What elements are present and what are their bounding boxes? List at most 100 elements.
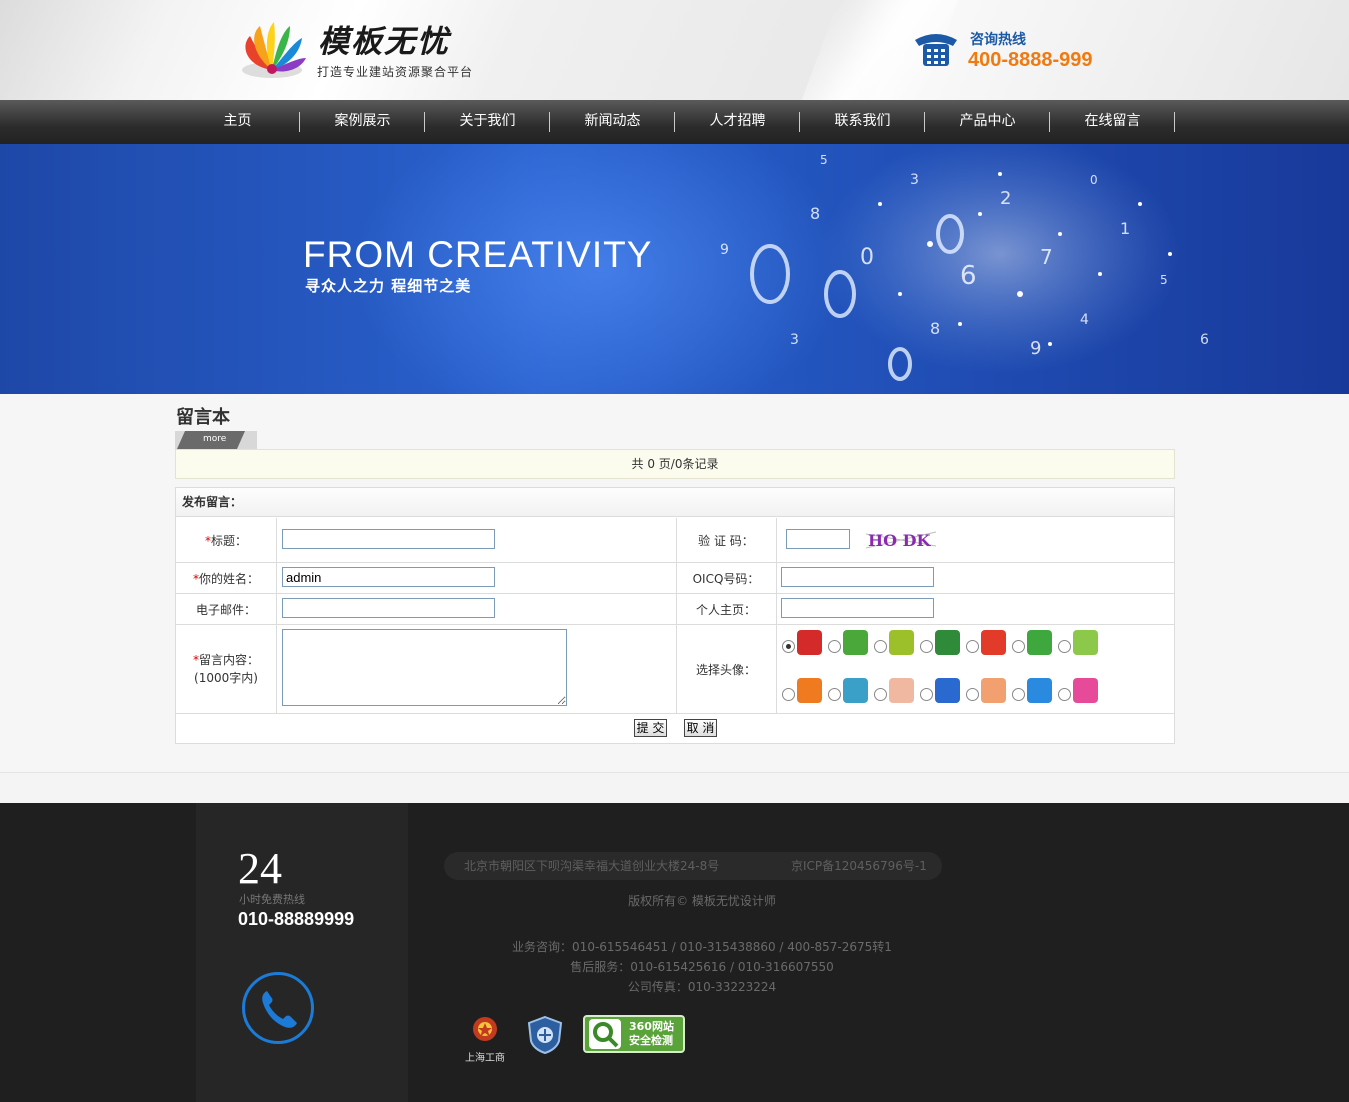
svg-text:6: 6 bbox=[1200, 332, 1209, 348]
police-badge-icon[interactable]: 上海工商 bbox=[462, 1015, 508, 1064]
number-splash-graphic: 9 8 0 3 6 2 7 4 1 5 9 8 3 0 6 5 bbox=[720, 144, 1209, 381]
phone-circle-icon[interactable] bbox=[242, 972, 314, 1044]
footer-address: 北京市朝阳区下呗沟渠幸福大道创业大楼24-8号 bbox=[464, 859, 720, 873]
captcha-image[interactable]: HO DK bbox=[865, 528, 937, 552]
hero-banner: 9 8 0 3 6 2 7 4 1 5 9 8 3 0 6 5 FROM CRE… bbox=[0, 144, 1349, 394]
name-input[interactable] bbox=[282, 567, 495, 587]
captcha-label: 验 证 码： bbox=[698, 534, 754, 548]
avatar-radio[interactable] bbox=[920, 688, 933, 701]
page-title: 留言本 bbox=[176, 407, 230, 428]
footer-hotline-panel: 24 小时免费热线 010-88889999 bbox=[196, 803, 408, 1102]
svg-text:6: 6 bbox=[960, 261, 977, 291]
avatar-radio[interactable] bbox=[828, 640, 841, 653]
svg-text:8: 8 bbox=[810, 204, 820, 223]
avatar-face-icon[interactable] bbox=[843, 630, 868, 655]
avatar-radio[interactable] bbox=[828, 688, 841, 701]
submit-button[interactable]: 提 交 bbox=[634, 719, 667, 737]
more-tab[interactable]: more bbox=[175, 431, 257, 449]
site-footer: 24 小时免费热线 010-88889999 北京市朝阳区下呗沟渠幸福大道创业大… bbox=[0, 803, 1349, 1102]
svg-text:3: 3 bbox=[910, 172, 919, 188]
captcha-input[interactable] bbox=[786, 529, 850, 549]
avatar-radio[interactable] bbox=[966, 688, 979, 701]
hours-label: 小时免费热线 bbox=[239, 893, 305, 906]
logo-subtitle: 打造专业建站资源聚合平台 bbox=[317, 65, 474, 79]
oicq-label: OICQ号码： bbox=[692, 572, 760, 586]
cancel-button[interactable]: 取 消 bbox=[684, 719, 717, 737]
avatar-face-icon[interactable] bbox=[935, 630, 960, 655]
360-security-badge[interactable]: 360网站 安全检测 bbox=[583, 1015, 685, 1053]
avatar-face-icon[interactable] bbox=[1027, 630, 1052, 655]
name-label: *你的姓名： bbox=[192, 572, 259, 586]
svg-text:1: 1 bbox=[1120, 219, 1130, 238]
svg-text:0: 0 bbox=[1090, 173, 1098, 187]
avatar-radio[interactable] bbox=[1012, 688, 1025, 701]
homepage-label: 个人主页： bbox=[695, 603, 756, 617]
avatar-radio[interactable] bbox=[920, 640, 933, 653]
banner-subtitle: 寻众人之力 程细节之美 bbox=[305, 277, 472, 295]
hours-number: 24 bbox=[238, 844, 282, 893]
avatar-row-1 bbox=[782, 629, 1104, 655]
main-nav: 主页 案例展示 关于我们 新闻动态 人才招聘 联系我们 产品中心 在线留言 bbox=[0, 100, 1349, 144]
svg-text:9: 9 bbox=[1030, 338, 1041, 359]
nav-item-contact[interactable]: 联系我们 bbox=[800, 100, 925, 144]
footer-phone: 010-88889999 bbox=[238, 909, 355, 929]
avatar-label: 选择头像： bbox=[695, 663, 756, 677]
svg-text:5: 5 bbox=[820, 153, 828, 167]
telephone-icon bbox=[915, 34, 957, 66]
nav-item-jobs[interactable]: 人才招聘 bbox=[675, 100, 800, 144]
homepage-input[interactable] bbox=[781, 598, 934, 618]
email-label: 电子邮件： bbox=[195, 603, 256, 617]
avatar-face-icon[interactable] bbox=[935, 678, 960, 703]
avatar-face-icon[interactable] bbox=[981, 678, 1006, 703]
content-textarea[interactable] bbox=[282, 629, 567, 706]
nav-item-home[interactable]: 主页 bbox=[175, 100, 300, 144]
title-label: *标题： bbox=[204, 534, 247, 548]
avatar-radio[interactable] bbox=[874, 640, 887, 653]
avatar-face-icon[interactable] bbox=[797, 630, 822, 655]
footer-icp[interactable]: 京ICP备120456796号-1 bbox=[791, 852, 927, 880]
nav-item-news[interactable]: 新闻动态 bbox=[550, 100, 675, 144]
avatar-face-icon[interactable] bbox=[1073, 678, 1098, 703]
more-label[interactable]: more bbox=[203, 434, 226, 444]
email-input[interactable] bbox=[282, 598, 495, 618]
svg-text:9: 9 bbox=[720, 242, 729, 258]
avatar-face-icon[interactable] bbox=[843, 678, 868, 703]
police-badge-label: 上海工商 bbox=[465, 1053, 505, 1064]
avatar-face-icon[interactable] bbox=[797, 678, 822, 703]
svg-text:8: 8 bbox=[930, 319, 940, 338]
nav-item-cases[interactable]: 案例展示 bbox=[300, 100, 425, 144]
nav-item-products[interactable]: 产品中心 bbox=[925, 100, 1050, 144]
oicq-input[interactable] bbox=[781, 567, 934, 587]
avatar-radio[interactable] bbox=[782, 688, 795, 701]
peacock-logo-icon[interactable] bbox=[236, 20, 308, 80]
hotline-label: 咨询热线 bbox=[970, 32, 1026, 48]
avatar-radio[interactable] bbox=[874, 688, 887, 701]
avatar-radio[interactable] bbox=[1058, 688, 1071, 701]
svg-text:5: 5 bbox=[1160, 273, 1168, 287]
site-header: 模板无忧 打造专业建站资源聚合平台 咨询热线 400-8888-999 bbox=[0, 0, 1349, 100]
nav-item-guestbook[interactable]: 在线留言 bbox=[1050, 100, 1175, 144]
avatar-radio[interactable] bbox=[782, 640, 795, 653]
logo-title[interactable]: 模板无忧 bbox=[318, 16, 450, 61]
avatar-face-icon[interactable] bbox=[981, 630, 1006, 655]
avatar-face-icon[interactable] bbox=[889, 678, 914, 703]
footer-service: 售后服务：010-615425616 / 010-316607550 bbox=[570, 960, 834, 974]
content-label: *留言内容： (1000字内) bbox=[176, 651, 276, 687]
security-shield-icon[interactable] bbox=[525, 1015, 565, 1055]
guestbook-form: 发布留言： *标题： 验 证 码： HO DK *你的姓名： OICQ号码： 电… bbox=[175, 487, 1175, 744]
footer-business: 业务咨询：010-615546451 / 010-315438860 / 400… bbox=[512, 940, 892, 954]
address-bar: 北京市朝阳区下呗沟渠幸福大道创业大楼24-8号 京ICP备120456796号-… bbox=[444, 852, 942, 880]
records-summary: 共 0 页/0条记录 bbox=[175, 449, 1175, 479]
avatar-radio[interactable] bbox=[966, 640, 979, 653]
nav-item-about[interactable]: 关于我们 bbox=[425, 100, 550, 144]
avatar-radio[interactable] bbox=[1012, 640, 1025, 653]
svg-text:7: 7 bbox=[1040, 245, 1053, 269]
avatar-face-icon[interactable] bbox=[1027, 678, 1052, 703]
avatar-face-icon[interactable] bbox=[889, 630, 914, 655]
banner-title: FROM CREATIVITY bbox=[303, 234, 653, 275]
title-input[interactable] bbox=[282, 529, 495, 549]
avatar-face-icon[interactable] bbox=[1073, 630, 1098, 655]
360-badge-label: 360网站 安全检测 bbox=[629, 1020, 674, 1047]
svg-text:0: 0 bbox=[860, 245, 874, 270]
avatar-radio[interactable] bbox=[1058, 640, 1071, 653]
